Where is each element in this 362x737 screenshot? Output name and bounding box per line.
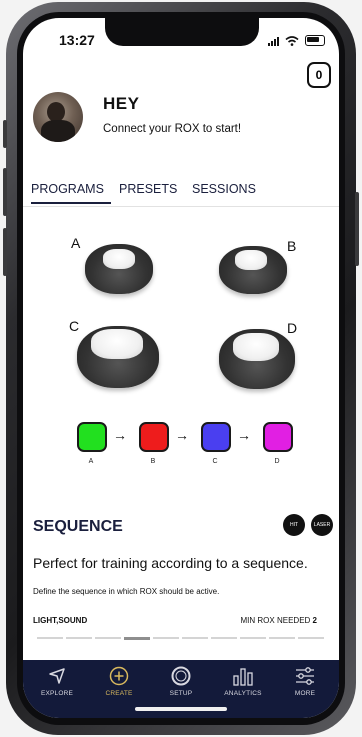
- nav-create[interactable]: CREATE: [91, 666, 147, 697]
- rox-pod-c: [77, 326, 159, 388]
- page-indicator: [37, 637, 329, 641]
- page-indicator-segment[interactable]: [95, 637, 121, 639]
- min-rox-label: MIN ROX NEEDED: [240, 616, 311, 625]
- rox-pod-d: [219, 329, 295, 389]
- notch: [105, 18, 259, 46]
- rox-label-b: B: [287, 238, 297, 254]
- page-indicator-segment[interactable]: [240, 637, 266, 639]
- program-features: LIGHT,SOUND: [33, 616, 88, 625]
- sequence-step-label-b: B: [150, 458, 156, 465]
- mode-laser-button[interactable]: LASER: [311, 514, 333, 536]
- nav-explore-label: EXPLORE: [40, 690, 74, 697]
- user-avatar[interactable]: [33, 92, 83, 142]
- min-rox-needed: MIN ROX NEEDED 2: [241, 616, 317, 625]
- greeting-title: HEY: [103, 94, 140, 113]
- rox-pod-a: [85, 244, 153, 294]
- sequence-arrow-1: →: [113, 427, 127, 443]
- rox-label-a: A: [71, 235, 81, 251]
- nav-analytics-label: ANALYTICS: [224, 690, 262, 697]
- app-screen: 13:27 0 HEY Connect your ROX to start! P…: [23, 18, 339, 718]
- page-indicator-segment[interactable]: [298, 637, 324, 639]
- program-description: Perfect for training according to a sequ…: [33, 555, 308, 571]
- home-indicator: [135, 707, 227, 711]
- nav-more-label: MORE: [294, 690, 316, 697]
- cellular-signal-icon: [268, 36, 279, 46]
- rox-pod-b: [219, 246, 287, 294]
- page-indicator-segment[interactable]: [153, 637, 179, 639]
- nav-explore[interactable]: EXPLORE: [29, 666, 85, 697]
- sliders-icon: [296, 667, 314, 685]
- connect-prompt: Connect your ROX to start!: [103, 123, 242, 135]
- page-indicator-segment[interactable]: [269, 637, 295, 639]
- notification-counter[interactable]: 0: [307, 62, 331, 88]
- mode-hit-button[interactable]: HIT: [283, 514, 305, 536]
- battery-icon: [305, 35, 325, 46]
- tab-presets[interactable]: PRESETS: [119, 182, 177, 196]
- wifi-icon: [285, 35, 299, 46]
- analytics-bars-icon: [233, 668, 253, 686]
- sequence-step-b: [139, 422, 169, 452]
- page-indicator-segment[interactable]: [211, 637, 237, 639]
- min-rox-value: 2: [312, 616, 317, 625]
- page-indicator-segment[interactable]: [66, 637, 92, 639]
- sequence-arrow-2: →: [175, 427, 189, 443]
- sequence-step-label-a: A: [88, 458, 94, 465]
- nav-create-label: CREATE: [105, 690, 133, 697]
- sequence-preview: → → → A B C D: [23, 422, 339, 472]
- program-tabs: PROGRAMS PRESETS SESSIONS: [23, 180, 339, 207]
- status-icons: [268, 35, 325, 46]
- power-button: [355, 192, 359, 266]
- rox-pod-b-light: [235, 250, 267, 270]
- rox-pod-d-light: [233, 333, 279, 361]
- sequence-step-c: [201, 422, 231, 452]
- sequence-step-label-c: C: [212, 458, 218, 465]
- rox-label-d: D: [287, 320, 298, 336]
- nav-setup-label: SETUP: [169, 690, 193, 697]
- rox-label-c: C: [69, 318, 80, 334]
- sequence-step-label-d: D: [274, 458, 280, 465]
- volume-up-button: [3, 168, 7, 216]
- program-note: Define the sequence in which ROX should …: [33, 587, 220, 596]
- rox-pod-a-light: [103, 249, 135, 269]
- bottom-navigation: EXPLORE CREATE SETUP ANALYTICS MORE: [23, 660, 339, 718]
- page-indicator-segment[interactable]: [124, 637, 150, 640]
- page-indicator-segment[interactable]: [37, 637, 63, 639]
- rox-pod-c-light: [91, 329, 143, 359]
- volume-down-button: [3, 228, 7, 276]
- sequence-step-a: [77, 422, 107, 452]
- explore-icon: [49, 668, 65, 684]
- sequence-step-d: [263, 422, 293, 452]
- page-indicator-segment[interactable]: [182, 637, 208, 639]
- create-plus-icon: [109, 666, 129, 686]
- tab-sessions[interactable]: SESSIONS: [192, 182, 256, 196]
- silent-switch: [3, 120, 7, 148]
- nav-analytics[interactable]: ANALYTICS: [215, 666, 271, 697]
- tab-programs[interactable]: PROGRAMS: [31, 182, 111, 204]
- program-title: SEQUENCE: [33, 518, 123, 535]
- sequence-arrow-3: →: [237, 427, 251, 443]
- setup-ring-icon: [171, 666, 191, 686]
- nav-more[interactable]: MORE: [277, 666, 333, 697]
- status-time: 13:27: [59, 32, 95, 48]
- nav-setup[interactable]: SETUP: [153, 666, 209, 697]
